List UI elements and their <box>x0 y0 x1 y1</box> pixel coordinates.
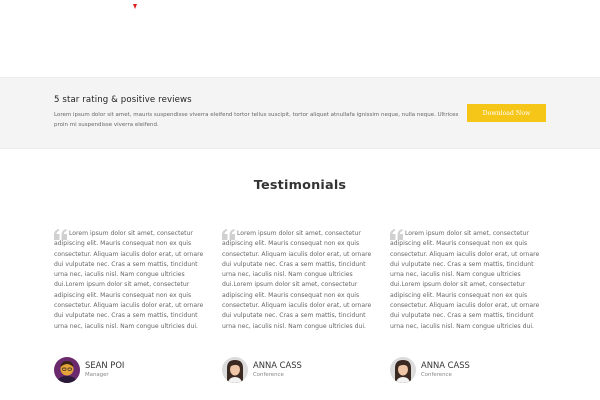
promo-banner: 5 star rating & positive reviews Lorem i… <box>0 77 600 149</box>
top-marker-icon <box>133 4 137 9</box>
avatar-woman-icon <box>390 357 416 383</box>
testimonial-card: Lorem ipsum dolor sit amet, consectetur … <box>222 229 382 383</box>
author-name: SEAN POI <box>85 360 125 370</box>
testimonials-title: Testimonials <box>253 178 347 193</box>
testimonial-author: SEAN POI Manager <box>54 357 214 385</box>
quote-icon <box>222 229 235 240</box>
testimonial-author: ANNA CASS Conference <box>390 357 550 385</box>
testimonial-card: Lorem ipsum dolor sit amet, consectetur … <box>54 229 214 383</box>
author-role: Conference <box>421 372 452 378</box>
testimonial-text: Lorem ipsum dolor sit amet, consectetur … <box>390 230 540 330</box>
author-role: Conference <box>253 372 284 378</box>
testimonial-text: Lorem ipsum dolor sit amet, consectetur … <box>222 230 372 330</box>
author-name: ANNA CASS <box>421 360 470 370</box>
testimonial-author: ANNA CASS Conference <box>222 357 382 385</box>
download-now-button[interactable]: Download Now <box>467 104 546 122</box>
avatar-woman-icon <box>222 357 248 383</box>
quote-icon <box>390 229 403 240</box>
promo-title: 5 star rating & positive reviews <box>54 95 192 105</box>
promo-description: Lorem ipsum dolor sit amet, mauris suspe… <box>54 112 459 128</box>
author-name: ANNA CASS <box>253 360 302 370</box>
avatar-man-glasses-icon <box>54 357 80 383</box>
author-role: Manager <box>85 372 109 378</box>
quote-icon <box>54 229 67 240</box>
testimonial-text: Lorem ipsum dolor sit amet, consectetur … <box>54 230 204 330</box>
avatar <box>390 357 416 383</box>
testimonial-card: Lorem ipsum dolor sit amet, consectetur … <box>390 229 550 383</box>
avatar <box>54 357 80 383</box>
avatar <box>222 357 248 383</box>
